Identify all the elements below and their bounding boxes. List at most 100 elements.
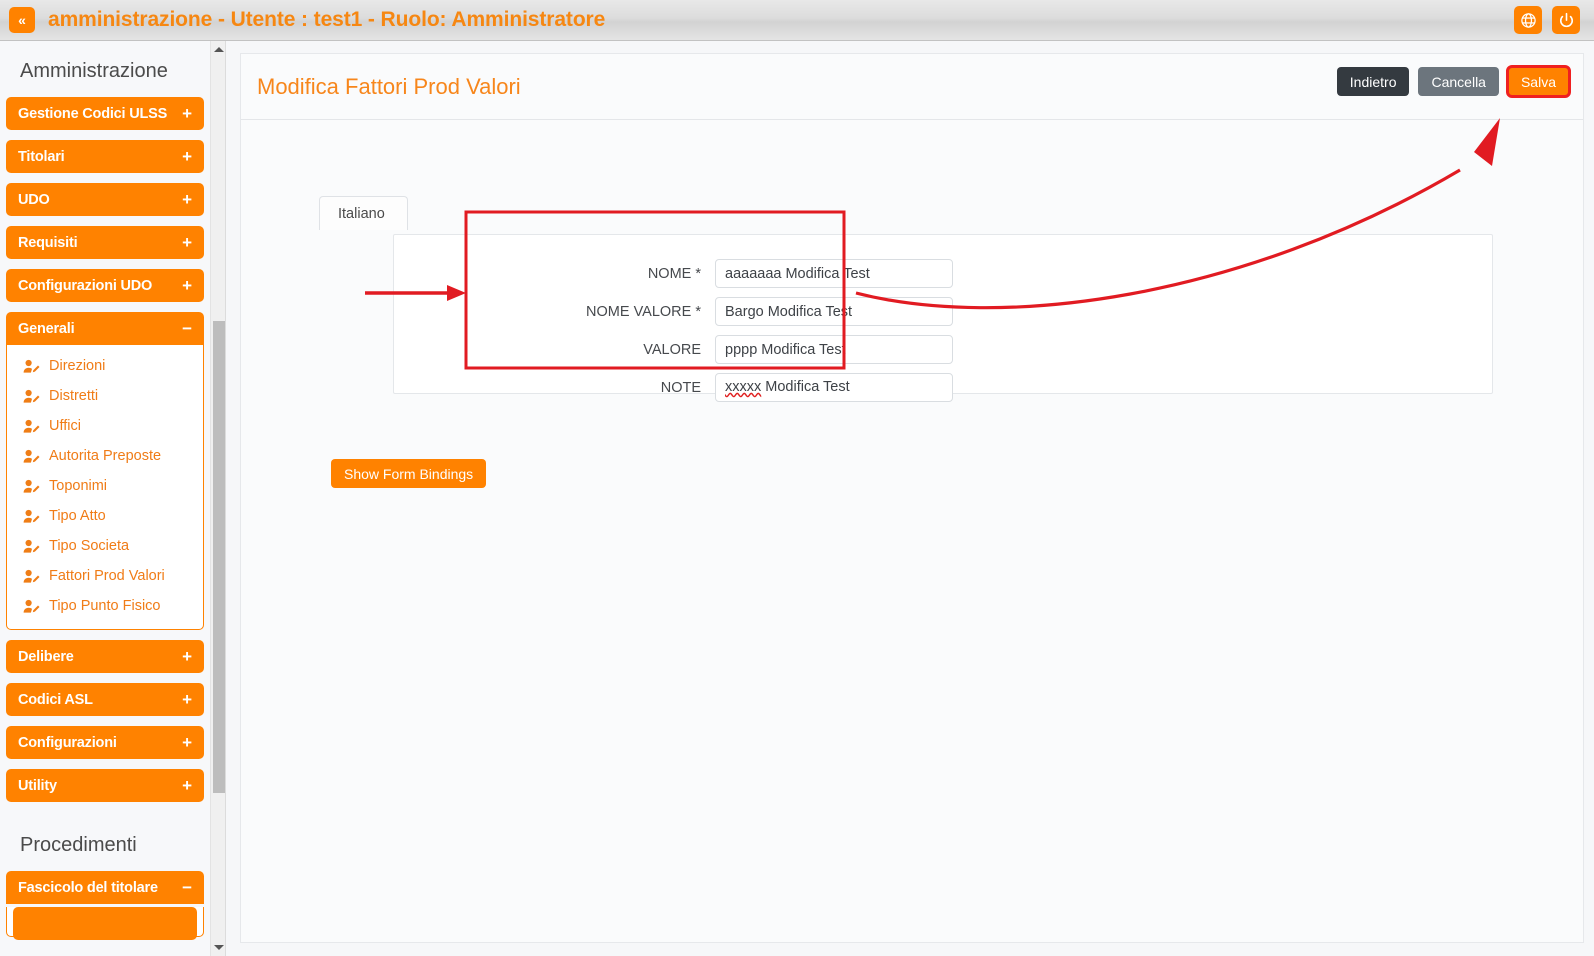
- plus-icon: +: [182, 690, 192, 709]
- sidebar-submenu-generali: Direzioni Distretti Uffici Autorita Prep…: [6, 345, 204, 630]
- page-header: Modifica Fattori Prod Valori Indietro Ca…: [241, 54, 1583, 120]
- plus-icon: +: [182, 276, 192, 295]
- user-edit-icon: [23, 509, 40, 524]
- plus-icon: +: [182, 190, 192, 209]
- sidebar-group-label: Utility: [18, 777, 57, 794]
- form-row-nome-valore: NOME VALORE *: [568, 293, 953, 330]
- sidebar-item-label: Tipo Punto Fisico: [49, 598, 161, 614]
- save-button[interactable]: Salva: [1505, 65, 1572, 98]
- globe-icon[interactable]: [1514, 6, 1542, 34]
- sidebar-item-uffici[interactable]: Uffici: [7, 411, 203, 441]
- note-value-misspelled: xxxxx: [725, 379, 762, 395]
- sidebar-group-udo[interactable]: UDO +: [6, 183, 204, 216]
- collapse-sidebar-button[interactable]: «: [9, 7, 35, 33]
- field-label-valore: VALORE: [643, 341, 701, 358]
- sidebar-group-delibere[interactable]: Delibere +: [6, 640, 204, 673]
- sidebar-item-label: Uffici: [49, 418, 81, 434]
- field-label-nome: NOME *: [647, 265, 701, 282]
- sidebar-item-autorita-preposte[interactable]: Autorita Preposte: [7, 441, 203, 471]
- sidebar-group-label: Fascicolo del titolare: [18, 879, 158, 896]
- user-edit-icon: [23, 389, 40, 404]
- plus-icon: +: [182, 233, 192, 252]
- topbar-actions: [1514, 6, 1594, 34]
- power-icon[interactable]: [1552, 6, 1580, 34]
- valore-input[interactable]: [715, 335, 953, 364]
- field-label-note: NOTE: [660, 379, 701, 396]
- sidebar-group-label: Codici ASL: [18, 691, 93, 708]
- sidebar-group-generali[interactable]: Generali −: [6, 312, 204, 345]
- sidebar-item-label: Distretti: [49, 388, 99, 404]
- sidebar-item-label: Autorita Preposte: [49, 448, 162, 464]
- user-edit-icon: [23, 569, 40, 584]
- field-label-nome-valore: NOME VALORE *: [586, 303, 701, 320]
- scroll-down-arrow-icon[interactable]: [211, 939, 227, 956]
- sidebar-group-label: Titolari: [18, 148, 65, 165]
- cancel-button[interactable]: Cancella: [1418, 67, 1499, 96]
- sidebar-group-codici-asl[interactable]: Codici ASL +: [6, 683, 204, 716]
- tab-italiano[interactable]: Italiano: [319, 196, 408, 230]
- sidebar-group-label: Generali: [18, 320, 75, 337]
- sidebar-group-fascicolo-del-titolare[interactable]: Fascicolo del titolare −: [6, 871, 204, 904]
- note-value-rest: Modifica Test: [761, 379, 850, 395]
- sidebar-group-label: UDO: [18, 191, 50, 208]
- sidebar-item-tipo-societa[interactable]: Tipo Societa: [7, 531, 203, 561]
- note-input[interactable]: xxxxx Modifica Test: [715, 373, 953, 402]
- plus-icon: +: [182, 647, 192, 666]
- sidebar-group-label: Requisiti: [18, 234, 78, 251]
- sidebar-item-label: Fattori Prod Valori: [49, 568, 165, 584]
- sidebar-item-label: Direzioni: [49, 358, 106, 374]
- sidebar-group-titolari[interactable]: Titolari +: [6, 140, 204, 173]
- form-fields: NOME * NOME VALORE * VALORE NOTE xxxxx M…: [568, 255, 953, 407]
- sidebar-group-label: Configurazioni: [18, 734, 117, 751]
- sidebar-item-toponimi[interactable]: Toponimi: [7, 471, 203, 501]
- scrollbar-thumb[interactable]: [213, 321, 225, 793]
- sidebar-item-label: Toponimi: [49, 478, 108, 494]
- user-edit-icon: [23, 419, 40, 434]
- sidebar-subgroup-partial[interactable]: [13, 907, 197, 940]
- minus-icon: −: [182, 319, 192, 338]
- scroll-up-arrow-icon[interactable]: [211, 41, 227, 58]
- sidebar-group-label: Gestione Codici ULSS: [18, 105, 168, 122]
- sidebar-item-distretti[interactable]: Distretti: [7, 381, 203, 411]
- back-button[interactable]: Indietro: [1336, 67, 1410, 96]
- sidebar-item-tipo-punto-fisico[interactable]: Tipo Punto Fisico: [7, 591, 203, 621]
- show-form-bindings-button[interactable]: Show Form Bindings: [331, 459, 487, 488]
- plus-icon: +: [182, 104, 192, 123]
- page-title: Modifica Fattori Prod Valori: [257, 74, 521, 99]
- title-bar: « amministrazione - Utente : test1 - Ruo…: [0, 0, 1594, 41]
- sidebar-item-label: Tipo Atto: [49, 508, 106, 524]
- sidebar-group-configurazioni[interactable]: Configurazioni +: [6, 726, 204, 759]
- main-content: Modifica Fattori Prod Valori Indietro Ca…: [228, 41, 1594, 956]
- user-edit-icon: [23, 359, 40, 374]
- content-card: Modifica Fattori Prod Valori Indietro Ca…: [240, 53, 1584, 943]
- sidebar-scrollbar[interactable]: [210, 41, 226, 956]
- sidebar-heading-amministrazione: Amministrazione: [20, 60, 168, 82]
- user-edit-icon: [23, 449, 40, 464]
- page-actions: Indietro Cancella Salva: [1336, 65, 1572, 98]
- form-row-note: NOTE xxxxx Modifica Test: [568, 369, 953, 406]
- sidebar-group-configurazioni-udo[interactable]: Configurazioni UDO +: [6, 269, 204, 302]
- form-row-valore: VALORE: [568, 331, 953, 368]
- form-row-nome: NOME *: [568, 255, 953, 292]
- sidebar-heading-procedimenti: Procedimenti: [20, 834, 137, 856]
- nome-valore-input[interactable]: [715, 297, 953, 326]
- sidebar-group-gestione-codici-ulss[interactable]: Gestione Codici ULSS +: [6, 97, 204, 130]
- plus-icon: +: [182, 733, 192, 752]
- form-panel: NOME * NOME VALORE * VALORE NOTE xxxxx M…: [393, 234, 1493, 402]
- plus-icon: +: [182, 776, 192, 795]
- user-edit-icon: [23, 539, 40, 554]
- sidebar-item-tipo-atto[interactable]: Tipo Atto: [7, 501, 203, 531]
- language-tabs: Italiano: [319, 196, 408, 230]
- sidebar-item-direzioni[interactable]: Direzioni: [7, 351, 203, 381]
- user-edit-icon: [23, 599, 40, 614]
- sidebar-group-utility[interactable]: Utility +: [6, 769, 204, 802]
- sidebar-item-label: Tipo Societa: [49, 538, 130, 554]
- sidebar-group-label: Delibere: [18, 648, 74, 665]
- sidebar-item-fattori-prod-valori[interactable]: Fattori Prod Valori: [7, 561, 203, 591]
- sidebar-group-requisiti[interactable]: Requisiti +: [6, 226, 204, 259]
- plus-icon: +: [182, 147, 192, 166]
- sidebar-submenu-fascicolo: [6, 907, 204, 940]
- nome-input[interactable]: [715, 259, 953, 288]
- app-window: « amministrazione - Utente : test1 - Ruo…: [0, 0, 1594, 956]
- sidebar-group-label: Configurazioni UDO: [18, 277, 153, 294]
